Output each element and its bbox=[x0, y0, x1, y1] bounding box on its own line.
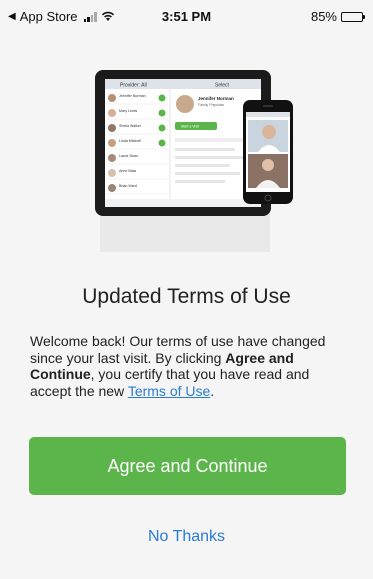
tablet-avatar bbox=[108, 109, 116, 117]
status-bar: ◀ App Store 3:51 PM 85% bbox=[0, 0, 373, 34]
tablet-list-name: Mary Lewis bbox=[119, 109, 137, 113]
reflection bbox=[100, 212, 270, 252]
tablet-call-icon bbox=[158, 139, 166, 147]
tablet-avatar bbox=[108, 169, 116, 177]
page-title: Updated Terms of Use bbox=[82, 285, 291, 308]
tablet-list-name: Anne Blais bbox=[119, 169, 136, 173]
tablet-avatar bbox=[108, 94, 116, 102]
terms-description: Welcome back! Our terms of use have chan… bbox=[30, 333, 348, 399]
tablet-list-name: Brian Ward bbox=[119, 184, 137, 188]
agree-and-continue-button[interactable]: Agree and Continue bbox=[29, 437, 346, 495]
tablet-call-icon bbox=[158, 109, 166, 117]
no-thanks-button[interactable]: No Thanks bbox=[0, 528, 373, 546]
battery-icon bbox=[341, 11, 365, 22]
tablet-avatar bbox=[108, 139, 116, 147]
tablet-header-left: Provider: All bbox=[120, 83, 147, 89]
tablet-list-name: Laura Sloan bbox=[119, 154, 138, 158]
tablet-header-right: Select bbox=[215, 83, 230, 89]
terms-of-use-link[interactable]: Terms of Use bbox=[128, 383, 210, 399]
tablet-call-icon bbox=[158, 124, 166, 132]
tablet-list-name: Shelia Walker bbox=[119, 124, 142, 128]
tablet-avatar bbox=[108, 184, 116, 192]
tablet-avatar bbox=[108, 124, 116, 132]
tablet-list-name: Linda Mitchell bbox=[119, 139, 141, 143]
tablet-action: Start a Visit bbox=[181, 125, 199, 129]
tablet-doctor-name: Jennifer Norman bbox=[198, 96, 234, 101]
devices-illustration: Provider: All Select Jennifer Norman Mary… bbox=[95, 70, 293, 252]
tablet-call-icon bbox=[158, 94, 166, 102]
battery-percent: 85% bbox=[310, 9, 337, 24]
tablet-doctor-title: Family Physician bbox=[198, 103, 224, 107]
phone-device bbox=[243, 100, 293, 204]
desc-text-end: . bbox=[210, 382, 215, 399]
tablet-list-name: Jennifer Norman bbox=[119, 94, 146, 98]
tablet-avatar bbox=[108, 154, 116, 162]
